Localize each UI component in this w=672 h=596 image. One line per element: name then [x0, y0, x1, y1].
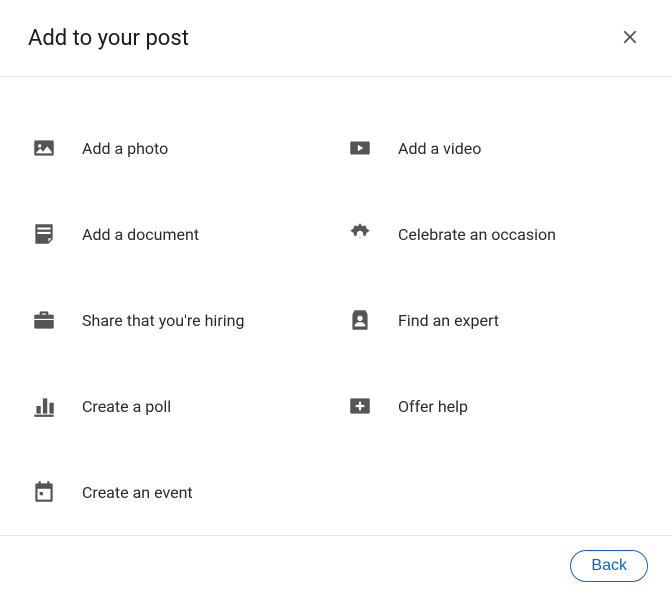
poll-icon — [28, 390, 60, 422]
add-photo-option[interactable]: Add a photo — [28, 105, 328, 191]
option-label: Add a document — [82, 225, 199, 244]
celebrate-occasion-option[interactable]: Celebrate an occasion — [344, 191, 644, 277]
dialog-footer: Back — [0, 535, 672, 596]
close-icon — [619, 26, 641, 51]
create-event-option[interactable]: Create an event — [28, 449, 328, 535]
video-icon — [344, 132, 376, 164]
close-button[interactable] — [612, 20, 648, 56]
option-label: Add a photo — [82, 139, 168, 158]
document-icon — [28, 218, 60, 250]
dialog-header: Add to your post — [0, 0, 672, 77]
option-label: Find an expert — [398, 311, 499, 330]
option-label: Offer help — [398, 397, 468, 416]
photo-icon — [28, 132, 60, 164]
options-grid: Add a photo Add a video Add a document C… — [0, 77, 672, 535]
calendar-icon — [28, 476, 60, 508]
briefcase-icon — [28, 304, 60, 336]
expert-icon — [344, 304, 376, 336]
share-hiring-option[interactable]: Share that you're hiring — [28, 277, 328, 363]
create-poll-option[interactable]: Create a poll — [28, 363, 328, 449]
option-label: Create a poll — [82, 397, 171, 416]
find-expert-option[interactable]: Find an expert — [344, 277, 644, 363]
offer-help-option[interactable]: Offer help — [344, 363, 644, 449]
option-label: Create an event — [82, 483, 193, 502]
celebrate-icon — [344, 218, 376, 250]
dialog-title: Add to your post — [28, 26, 189, 51]
option-label: Share that you're hiring — [82, 311, 244, 330]
option-label: Add a video — [398, 139, 481, 158]
plus-box-icon — [344, 390, 376, 422]
option-label: Celebrate an occasion — [398, 225, 556, 244]
add-document-option[interactable]: Add a document — [28, 191, 328, 277]
add-video-option[interactable]: Add a video — [344, 105, 644, 191]
back-button[interactable]: Back — [570, 550, 648, 582]
